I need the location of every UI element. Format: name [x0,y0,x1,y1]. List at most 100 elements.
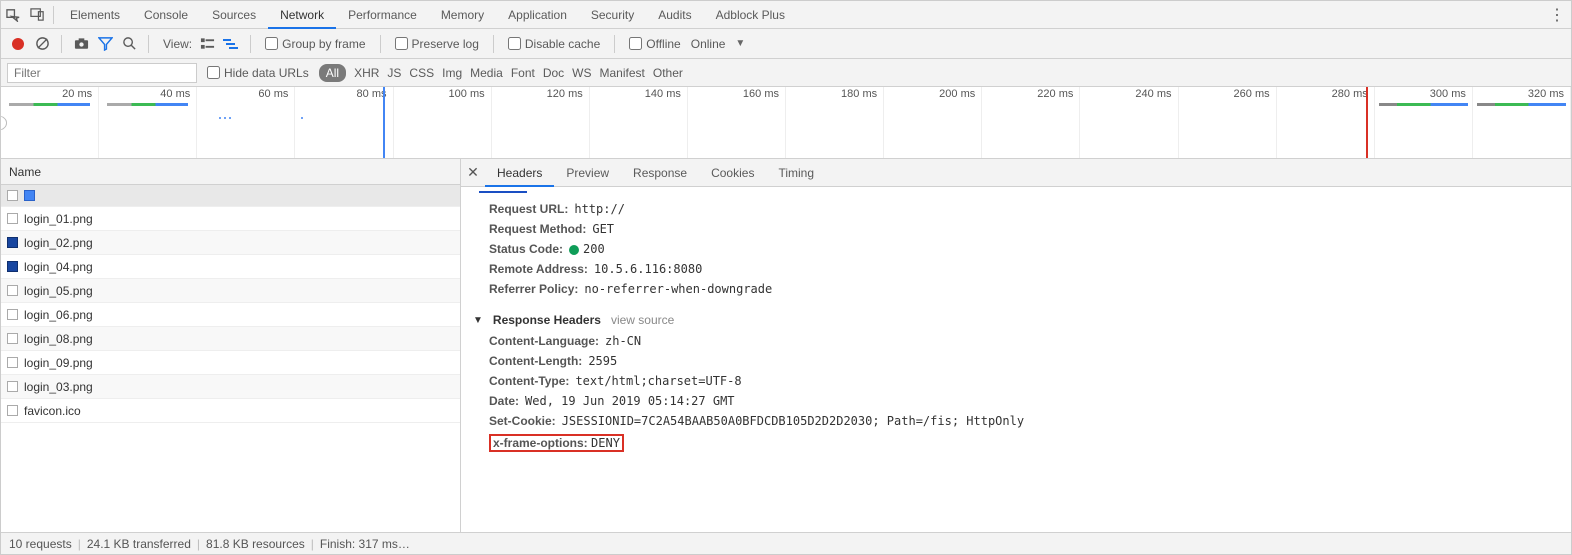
request-row[interactable]: login_01.png [1,207,460,231]
separator [53,6,54,24]
close-icon[interactable]: ✕ [461,164,485,181]
tab-audits[interactable]: Audits [646,1,703,29]
request-row[interactable]: login_04.png [1,255,460,279]
screenshot-icon[interactable] [72,35,90,53]
value: 200 [583,242,605,256]
file-name: login_04.png [24,260,93,274]
clear-icon[interactable] [33,35,51,53]
tab-headers[interactable]: Headers [485,159,554,187]
waterfall-icon[interactable] [222,35,240,53]
set-cookie-header: Set-Cookie:JSESSIONID=7C2A54BAAB50A0BFDC… [473,411,1559,431]
response-headers-section[interactable]: ▼ Response Headers view source [473,305,1559,331]
disable-cache-checkbox[interactable]: Disable cache [504,37,604,51]
request-row[interactable]: login_03.png [1,375,460,399]
status-requests: 10 requests [9,537,72,551]
filter-manifest[interactable]: Manifest [600,66,645,80]
value: Wed, 19 Jun 2019 05:14:27 GMT [525,394,735,408]
content-type: Content-Type:text/html;charset=UTF-8 [473,371,1559,391]
value: 10.5.6.116:8080 [594,262,702,276]
type-filters: All XHR JS CSS Img Media Font Doc WS Man… [319,64,683,82]
view-source-link[interactable]: view source [611,313,674,327]
label: Date: [489,394,519,408]
file-name: login_06.png [24,308,93,322]
value: text/html;charset=UTF-8 [575,374,741,388]
triangle-down-icon: ▼ [473,315,483,326]
section-divider [479,191,527,193]
file-name: login_08.png [24,332,93,346]
request-row[interactable]: login_05.png [1,279,460,303]
label: Referrer Policy: [489,282,578,296]
label: Content-Length: [489,354,582,368]
tick-label: 300 ms [1430,88,1466,100]
separator [380,35,381,53]
tab-sources[interactable]: Sources [200,1,268,29]
filter-doc[interactable]: Doc [543,66,564,80]
throttle-select[interactable]: Online ▼ [691,37,746,51]
tab-memory[interactable]: Memory [429,1,496,29]
value: http:// [574,202,625,216]
timeline-overview[interactable]: 20 ms 40 ms 60 ms 80 ms 100 ms 120 ms 14… [1,87,1571,159]
tab-timing[interactable]: Timing [766,159,826,187]
tab-security[interactable]: Security [579,1,646,29]
selected-request-row[interactable] [1,185,460,207]
label: Request Method: [489,222,586,236]
search-icon[interactable] [120,35,138,53]
request-row[interactable]: favicon.ico [1,399,460,423]
separator [614,35,615,53]
headers-content: Request URL:http:// Request Method:GET S… [461,187,1571,532]
tick-label: 220 ms [1037,88,1073,100]
filter-other[interactable]: Other [653,66,683,80]
tab-network[interactable]: Network [268,1,336,29]
tab-adblock[interactable]: Adblock Plus [704,1,797,29]
status-finish: Finish: 317 ms… [320,537,410,551]
tab-application[interactable]: Application [496,1,579,29]
separator [493,35,494,53]
filter-css[interactable]: CSS [409,66,434,80]
tick-label: 320 ms [1528,88,1564,100]
tab-cookies[interactable]: Cookies [699,159,766,187]
tab-console[interactable]: Console [132,1,200,29]
request-row[interactable]: login_09.png [1,351,460,375]
filter-ws[interactable]: WS [572,66,591,80]
detail-tabs: ✕ Headers Preview Response Cookies Timin… [461,159,1571,187]
filter-input[interactable] [7,63,197,83]
file-swatch-icon [7,261,18,272]
large-rows-icon[interactable] [198,35,216,53]
device-toggle-icon[interactable] [25,1,49,29]
inspect-icon[interactable] [1,1,25,29]
record-icon[interactable] [9,35,27,53]
request-row[interactable]: login_06.png [1,303,460,327]
group-by-frame-checkbox[interactable]: Group by frame [261,37,369,51]
more-menu-icon[interactable]: ⋮ [1543,5,1571,25]
file-name: login_09.png [24,356,93,370]
disable-cache-label: Disable cache [525,37,600,51]
filter-icon[interactable] [96,35,114,53]
chevron-down-icon: ▼ [735,38,745,49]
label: Remote Address: [489,262,588,276]
tab-elements[interactable]: Elements [58,1,132,29]
tab-response[interactable]: Response [621,159,699,187]
offline-checkbox[interactable]: Offline [625,37,684,51]
filter-media[interactable]: Media [470,66,503,80]
network-toolbar: View: Group by frame Preserve log Disabl… [1,29,1571,59]
filter-img[interactable]: Img [442,66,462,80]
section-title: Response Headers [493,313,601,327]
request-row[interactable]: login_02.png [1,231,460,255]
value: GET [592,222,614,236]
tick-label: 240 ms [1135,88,1171,100]
file-name: login_05.png [24,284,93,298]
tab-preview[interactable]: Preview [554,159,621,187]
tab-performance[interactable]: Performance [336,1,429,29]
filter-js[interactable]: JS [387,66,401,80]
filter-font[interactable]: Font [511,66,535,80]
name-column-header[interactable]: Name [1,159,460,185]
hide-data-urls-checkbox[interactable]: Hide data URLs [207,66,309,80]
hide-data-urls-label: Hide data URLs [224,66,309,80]
request-row[interactable]: login_08.png [1,327,460,351]
filter-bar: Hide data URLs All XHR JS CSS Img Media … [1,59,1571,87]
filter-all[interactable]: All [319,64,346,82]
file-swatch-icon [7,285,18,296]
preserve-log-checkbox[interactable]: Preserve log [391,37,483,51]
filter-xhr[interactable]: XHR [354,66,379,80]
file-swatch-icon [7,381,18,392]
